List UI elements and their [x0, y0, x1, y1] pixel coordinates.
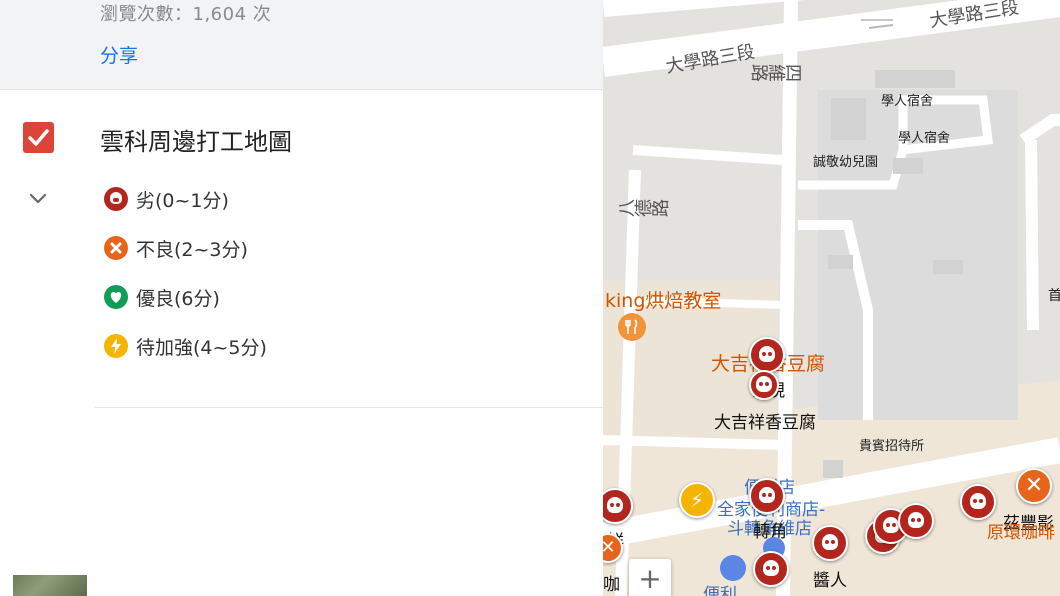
- place-label: 原環咖啡: [987, 523, 1055, 543]
- divider: [95, 407, 603, 408]
- skull-icon: [756, 376, 772, 392]
- map-marker-bad[interactable]: [960, 484, 996, 520]
- skull-icon: [759, 487, 775, 503]
- legend-label: 劣(0~1分): [136, 189, 229, 212]
- place-label: king烘焙教室: [605, 290, 722, 312]
- map-marker-bad[interactable]: [898, 503, 934, 539]
- place-label: 貴賓招待所: [859, 439, 925, 454]
- satellite-thumbnail[interactable]: [13, 575, 87, 596]
- skull-icon: [822, 534, 838, 550]
- legend-label: 不良(2~3分): [136, 238, 248, 261]
- map-canvas[interactable]: 大學路三段 大學路三段 四維路 八德路 學人宿舍 學人宿舍 誠敬幼兒園 貴賓招待…: [603, 0, 1060, 596]
- legend-item-needs-improvement[interactable]: 待加強(4~5分): [104, 331, 267, 361]
- layer-title[interactable]: 雲科周邊打工地圖: [100, 122, 292, 157]
- collapse-toggle[interactable]: [27, 190, 49, 208]
- x-icon: ✕: [1024, 473, 1044, 498]
- skull-icon: [607, 497, 623, 513]
- map-marker-bad[interactable]: [749, 337, 785, 373]
- place-label: 學人宿舍: [898, 131, 951, 146]
- map-marker-bad[interactable]: [753, 551, 789, 587]
- legend-label: 待加強(4~5分): [136, 336, 267, 359]
- map-marker-bad[interactable]: [812, 525, 848, 561]
- map-info-header: 瀏覽次數：1,604 次 分享: [0, 0, 603, 90]
- bolt-icon: ⚡: [689, 488, 705, 512]
- marker-label: 醬人: [813, 571, 847, 591]
- road-label: 四維路: [748, 64, 803, 82]
- place-label: 大吉祥香豆腐: [714, 413, 816, 433]
- skull-icon: [970, 493, 986, 509]
- skull-icon: [883, 517, 899, 533]
- map-marker-bad[interactable]: [749, 370, 779, 400]
- map-marker-bad[interactable]: [749, 478, 785, 514]
- layer-checkbox[interactable]: [23, 122, 54, 153]
- skull-icon: [908, 512, 924, 528]
- place-label: 學人宿舍: [881, 94, 934, 109]
- zoom-in-button[interactable]: +: [629, 559, 671, 596]
- map-layer-panel: 瀏覽次數：1,604 次 分享 雲科周邊打工地圖 劣(0~1分) 不良(2~3分…: [0, 0, 603, 596]
- shopping-bag-icon[interactable]: [720, 555, 746, 581]
- place-label: 便利: [703, 585, 737, 596]
- x-icon: ✕: [603, 537, 616, 558]
- skull-icon: [759, 346, 775, 362]
- marker-label: 咖: [603, 575, 620, 595]
- bolt-icon: [104, 334, 128, 358]
- place-label: 首: [1048, 288, 1060, 304]
- road-label: 八德路: [617, 199, 672, 217]
- map-marker-needs-improvement[interactable]: ⚡: [679, 482, 715, 518]
- view-count: 瀏覽次數：1,604 次: [100, 4, 272, 25]
- skull-icon: [763, 560, 779, 576]
- chevron-down-icon: [29, 193, 47, 204]
- legend-item-bad[interactable]: 劣(0~1分): [104, 184, 229, 214]
- legend-label: 優良(6分): [136, 287, 220, 310]
- map-marker-poor[interactable]: ✕: [603, 533, 623, 563]
- place-label: 誠敬幼兒園: [813, 155, 879, 170]
- legend-item-poor[interactable]: 不良(2~3分): [104, 233, 248, 263]
- skull-icon: [104, 187, 128, 211]
- x-icon: [104, 236, 128, 260]
- heart-icon: [104, 285, 128, 309]
- share-link[interactable]: 分享: [100, 41, 138, 68]
- restaurant-icon[interactable]: [618, 313, 646, 341]
- legend-item-good[interactable]: 優良(6分): [104, 282, 220, 312]
- checkmark-icon: [28, 129, 49, 146]
- map-marker-poor[interactable]: ✕: [1016, 468, 1052, 504]
